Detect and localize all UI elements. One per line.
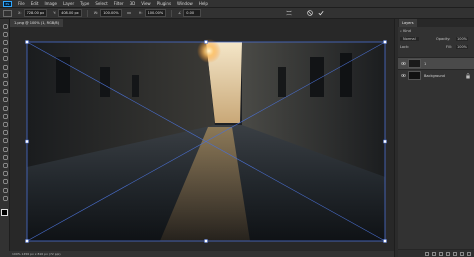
blend-opacity-row: Normal Opacity: 100% [400, 37, 472, 41]
fill-input[interactable]: 100% [456, 45, 469, 49]
dodge-tool-icon[interactable] [2, 138, 8, 144]
transform-handle[interactable] [25, 40, 29, 44]
eye-icon[interactable] [401, 61, 406, 66]
status-bar: 100% 1456 px x 816 px (72 ppi) [0, 251, 394, 257]
menu-item-file[interactable]: File [18, 0, 25, 7]
opacity-input[interactable]: 100% [456, 37, 469, 41]
move-tool-preset-icon[interactable] [3, 9, 12, 17]
link-icon[interactable] [126, 10, 133, 17]
new-layer-icon[interactable] [460, 251, 464, 256]
document-canvas[interactable] [10, 27, 394, 251]
menu-item-edit[interactable]: Edit [31, 0, 39, 7]
menu-item-plugins[interactable]: Plugins [157, 0, 171, 7]
street-photo [27, 39, 385, 241]
width-field[interactable]: W: 100.00% [94, 9, 122, 17]
menu-item-help[interactable]: Help [199, 0, 208, 7]
options-bar: X: 728.00 px Y: 408.00 px W: 100.00% H: … [0, 7, 474, 19]
height-input[interactable]: 100.00% [144, 9, 167, 17]
healing-brush-tool-icon[interactable] [2, 80, 8, 86]
menu-item-select[interactable]: Select [95, 0, 107, 7]
folder-icon[interactable] [453, 251, 457, 256]
x-position-field[interactable]: X: 728.00 px [18, 9, 48, 17]
canvas-workspace[interactable] [10, 27, 394, 251]
quick-select-tool-icon[interactable] [2, 48, 8, 54]
commit-transform-icon[interactable] [317, 10, 324, 17]
cancel-transform-icon[interactable] [306, 10, 313, 17]
menu-item-layer[interactable]: Layer [63, 0, 74, 7]
rectangle-tool-icon[interactable] [2, 171, 8, 177]
y-position-input[interactable]: 408.00 px [58, 9, 82, 17]
blur-tool-icon[interactable] [2, 130, 8, 136]
history-brush-tool-icon[interactable] [2, 105, 8, 111]
document-tab-bar: 1.png @ 100% (1, RGB/8) [10, 19, 394, 27]
zoom-tool-icon[interactable] [2, 187, 8, 193]
transform-handle[interactable] [204, 40, 208, 44]
foreground-color-swatch[interactable] [1, 209, 8, 216]
filter-kind-dropdown[interactable]: ⌕ Kind [400, 29, 411, 33]
transform-handle[interactable] [204, 239, 208, 243]
menu-item-image[interactable]: Image [44, 0, 57, 7]
menu-item-view[interactable]: View [141, 0, 151, 7]
layers-panel-tabs: Layers [398, 19, 474, 27]
layer-row-background[interactable]: Background [398, 69, 474, 81]
layers-panel-footer [398, 249, 474, 257]
tools-panel [0, 19, 11, 251]
lock-fill-row: Lock: Fill: 100% [400, 45, 469, 49]
height-field[interactable]: H: 100.00% [139, 9, 167, 17]
fx-icon[interactable] [432, 251, 436, 256]
path-select-tool-icon[interactable] [2, 162, 8, 168]
gradient-tool-icon[interactable] [2, 121, 8, 127]
layers-tab[interactable]: Layers [399, 19, 417, 27]
photoshop-logo[interactable]: Ps [3, 0, 12, 7]
layer-row-1[interactable]: 1 [398, 57, 474, 69]
trash-icon[interactable] [467, 251, 471, 256]
layers-panel: Layers ⌕ Kind Normal Opacity: 100% Lock:… [398, 19, 474, 257]
layer-name[interactable]: Background [424, 70, 445, 82]
options-divider [86, 9, 88, 17]
width-input[interactable]: 100.00% [100, 9, 122, 17]
brush-tool-icon[interactable] [2, 89, 8, 95]
transform-handle[interactable] [383, 239, 387, 243]
status-text: 100% 1456 px x 816 px (72 ppi) [12, 252, 61, 256]
transform-handle[interactable] [25, 239, 29, 243]
menu-bar: Ps File Edit Image Layer Type Select Filter 3D V… [0, 0, 474, 7]
move-tool-icon[interactable] [2, 23, 8, 29]
mask-icon[interactable] [439, 251, 443, 256]
lasso-tool-icon[interactable] [2, 39, 8, 45]
y-position-field[interactable]: Y: 408.00 px [53, 9, 82, 17]
link-layers-icon[interactable] [425, 251, 429, 256]
layer-thumbnail [408, 59, 421, 68]
rotate-input[interactable]: 0.00 [183, 9, 202, 17]
blend-mode-dropdown[interactable]: Normal [400, 37, 419, 41]
warp-icon[interactable] [285, 10, 292, 17]
main-menu: File Edit Image Layer Type Select Filter 3D View… [18, 0, 208, 7]
menu-item-window[interactable]: Window [177, 0, 193, 7]
marquee-tool-icon[interactable] [2, 31, 8, 37]
layer-thumbnail [408, 71, 421, 80]
rotate-field[interactable]: ∠ 0.00 [178, 9, 202, 17]
adjustment-icon[interactable] [446, 251, 450, 256]
more-tools-icon[interactable] [2, 195, 8, 201]
type-tool-icon[interactable] [2, 154, 8, 160]
hand-tool-icon[interactable] [2, 179, 8, 185]
transform-handle[interactable] [383, 40, 387, 44]
clone-stamp-tool-icon[interactable] [2, 97, 8, 103]
eyedropper-tool-icon[interactable] [2, 72, 8, 78]
transform-handle[interactable] [25, 139, 29, 144]
transform-handle[interactable] [383, 139, 387, 144]
menu-item-type[interactable]: Type [80, 0, 89, 7]
frame-tool-icon[interactable] [2, 64, 8, 70]
options-divider [171, 9, 173, 17]
eye-icon[interactable] [401, 73, 406, 78]
document-tab[interactable]: 1.png @ 100% (1, RGB/8) [10, 19, 63, 27]
menu-item-3d[interactable]: 3D [130, 0, 136, 7]
search-icon: ⌕ [400, 29, 402, 33]
x-position-input[interactable]: 728.00 px [23, 9, 48, 17]
eraser-tool-icon[interactable] [2, 113, 8, 119]
crop-tool-icon[interactable] [2, 56, 8, 62]
lock-icon [466, 73, 470, 79]
pen-tool-icon[interactable] [2, 146, 8, 152]
menu-item-filter[interactable]: Filter [114, 0, 124, 7]
